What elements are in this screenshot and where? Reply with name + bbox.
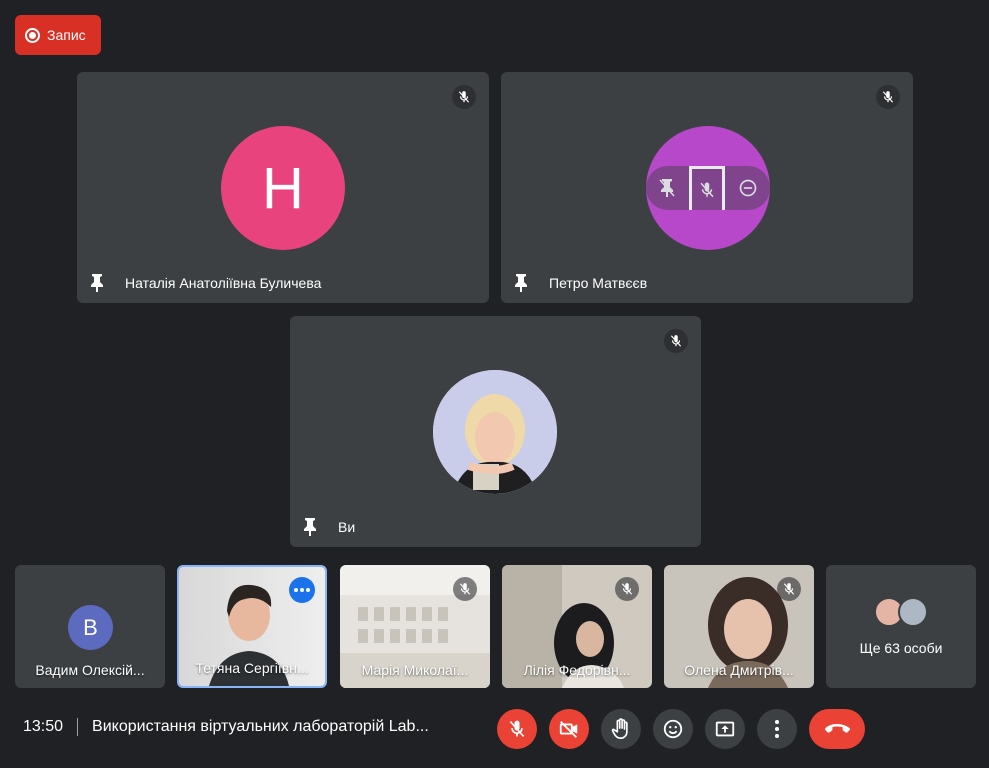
- tile-hover-controls: [646, 166, 770, 210]
- meeting-title[interactable]: Використання віртуальних лабораторій Lab…: [92, 718, 429, 736]
- record-icon: [25, 27, 40, 43]
- meeting-info: 13:50 Використання віртуальних лаборатор…: [23, 718, 429, 736]
- participant-name: Наталія Анатоліївна Буличева: [125, 275, 322, 291]
- avatar: В: [68, 605, 113, 650]
- mic-off-icon: [453, 577, 477, 601]
- camera-off-icon: [559, 721, 578, 738]
- end-call-button[interactable]: [809, 709, 865, 749]
- strip-tile-1[interactable]: В Вадим Олексій...: [15, 565, 165, 688]
- unpin-icon[interactable]: [658, 179, 676, 197]
- strip-tile-3[interactable]: Марія Миколаї...: [340, 565, 490, 688]
- mic-off-icon: [777, 577, 801, 601]
- more-participants-tile[interactable]: Ще 63 особи: [826, 565, 976, 688]
- avatar-stack: [874, 597, 934, 629]
- participant-name: Тетяна Сергіївн...: [195, 660, 309, 676]
- participant-name: Ви: [338, 519, 356, 535]
- avatar-initial: Н: [262, 155, 304, 221]
- present-button[interactable]: [705, 709, 745, 749]
- camera-button[interactable]: [549, 709, 589, 749]
- mic-off-icon: [664, 329, 688, 353]
- pin-icon[interactable]: [90, 274, 104, 292]
- participant-name: Лілія Федорівн...: [523, 662, 631, 678]
- strip-tile-2-speaking[interactable]: Тетяна Сергіївн...: [177, 565, 327, 688]
- mic-off-icon: [615, 577, 639, 601]
- participant-tile-1[interactable]: Н Наталія Анатоліївна Буличева: [77, 72, 489, 303]
- participant-name: Марія Миколаї...: [361, 662, 469, 678]
- more-options-button[interactable]: [757, 709, 797, 749]
- more-options-icon: [775, 720, 779, 738]
- remove-icon[interactable]: [738, 178, 758, 198]
- emoji-icon: [663, 719, 683, 739]
- participant-name: Вадим Олексій...: [35, 662, 145, 678]
- strip-tile-5[interactable]: Олена Дмитрів...: [664, 565, 814, 688]
- strip-tile-4[interactable]: Лілія Федорівн...: [502, 565, 652, 688]
- mic-off-icon: [876, 85, 900, 109]
- profile-photo: [433, 370, 557, 494]
- recording-badge[interactable]: Запис: [15, 15, 101, 55]
- avatar: [898, 597, 928, 627]
- recording-label: Запис: [47, 27, 86, 43]
- present-icon: [715, 721, 735, 737]
- more-options-icon[interactable]: [289, 577, 315, 603]
- raise-hand-icon: [611, 718, 628, 739]
- avatar: Н: [221, 126, 345, 250]
- more-participants-label: Ще 63 особи: [859, 640, 943, 656]
- mute-participant-button[interactable]: [688, 166, 725, 210]
- pin-icon[interactable]: [514, 274, 528, 292]
- microphone-button[interactable]: [497, 709, 537, 749]
- pin-icon[interactable]: [303, 518, 317, 536]
- emoji-button[interactable]: [653, 709, 693, 749]
- participant-name: Петро Матвєєв: [549, 275, 648, 291]
- self-tile[interactable]: Ви: [290, 316, 701, 547]
- divider: [77, 718, 79, 736]
- clock: 13:50: [23, 718, 64, 735]
- mic-off-icon: [509, 720, 525, 738]
- participant-name: Олена Дмитрів...: [684, 662, 794, 678]
- end-call-icon: [825, 724, 850, 733]
- mic-off-icon: [452, 85, 476, 109]
- avatar-initial: В: [83, 614, 98, 640]
- raise-hand-button[interactable]: [601, 709, 641, 749]
